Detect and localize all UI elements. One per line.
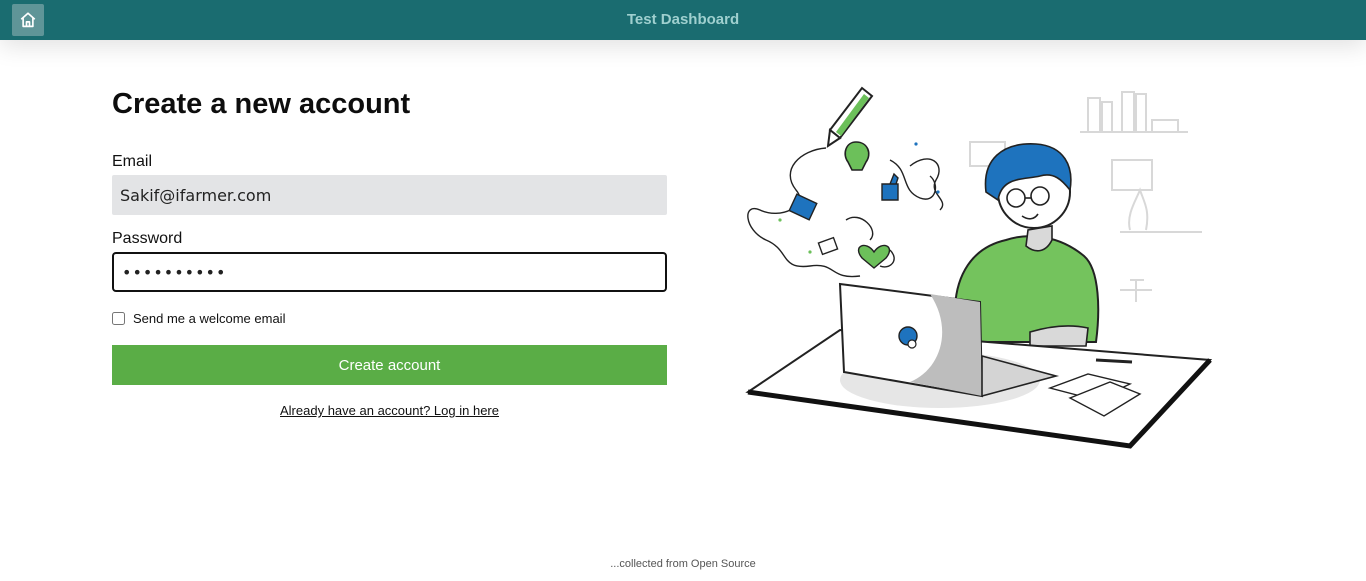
footer-text: ...collected from Open Source: [610, 558, 756, 570]
password-field[interactable]: [112, 252, 667, 292]
welcome-email-checkbox[interactable]: [112, 311, 125, 325]
top-bar: Test Dashboard: [0, 0, 1366, 40]
page-title: Create a new account: [112, 88, 411, 120]
login-link[interactable]: Already have an account? Log in here: [112, 403, 667, 418]
welcome-email-label: Send me a welcome email: [133, 310, 286, 326]
signup-illustration: [745, 86, 1213, 449]
email-label: Email: [112, 153, 153, 170]
email-field[interactable]: [112, 175, 667, 215]
thumbs-up-icon: [881, 172, 899, 201]
create-account-button[interactable]: Create account: [112, 345, 667, 385]
book-icon: [788, 193, 818, 221]
signup-form: Create a new account Email Password Send…: [112, 84, 667, 418]
password-label: Password: [112, 230, 183, 247]
idea-doodles: [747, 147, 944, 278]
photo-icon: [817, 236, 839, 256]
heart-icon: [857, 244, 891, 269]
welcome-email-option: Send me a welcome email: [112, 308, 667, 328]
pencil-sketch: [826, 86, 874, 149]
lightbulb-icon: [844, 141, 870, 171]
app-title: Test Dashboard: [626, 11, 740, 28]
